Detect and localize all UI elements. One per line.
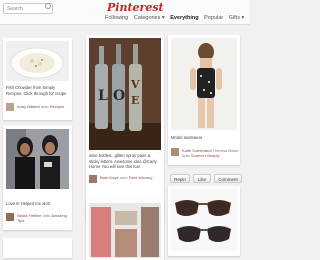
pin-onto: onto	[40, 104, 49, 109]
comment-button[interactable]: Comment	[214, 174, 242, 183]
pin-card[interactable]: L O V E wine bottles...glitter spray pai…	[86, 35, 164, 220]
sunglasses-image	[175, 200, 231, 242]
chowder-bowl-image	[10, 47, 64, 79]
pin-card[interactable]	[86, 200, 164, 260]
pin-image[interactable]: L O V E	[89, 38, 161, 150]
avatar[interactable]	[6, 103, 14, 111]
model-swimwear-image	[190, 43, 222, 128]
avatar[interactable]	[171, 148, 179, 156]
bottle-letter: E	[131, 94, 139, 107]
pin-credit: Barb Kaye onto Field Mousey	[100, 175, 162, 180]
pin-onto: onto	[42, 213, 51, 218]
pin-credit: Nadia Fiefline onto Amazing Tips	[17, 213, 72, 223]
pin-image[interactable]	[6, 129, 69, 189]
nav-following[interactable]: Following	[105, 15, 128, 21]
repin-button[interactable]: Repin	[170, 174, 190, 183]
avatar[interactable]	[6, 213, 14, 221]
like-button[interactable]: Like	[193, 174, 211, 183]
pin-description: Love it! Helped me alot!	[6, 201, 50, 206]
pin-credit: Katie Sutherland Theresa Bown onto Summe…	[182, 148, 240, 158]
wine-bottles-image: L O V E	[89, 38, 161, 150]
bottle-letter: O	[113, 88, 125, 104]
pin-description: Fish Chowder from Simply Recipes. Click …	[6, 85, 67, 96]
repin-label: Repin	[174, 177, 186, 182]
nav-everything[interactable]: Everything	[170, 15, 198, 21]
pin-card[interactable]	[3, 238, 72, 258]
nav-gifts[interactable]: Gifts ▾	[229, 15, 245, 21]
nav-popular[interactable]: Popular	[204, 15, 223, 21]
nav-categories[interactable]: Categories ▾	[134, 15, 165, 21]
top-bar: Search Pinterest Following Categories ▾ …	[0, 0, 250, 25]
avatar[interactable]	[89, 175, 97, 183]
comment-label: Comment	[218, 177, 238, 182]
bottle-letter: V	[130, 78, 140, 91]
pin-user[interactable]: Barb Kaye	[100, 175, 119, 180]
pin-board[interactable]: Summer Beauty	[191, 153, 220, 158]
pinterest-logo[interactable]: Pinterest	[107, 1, 164, 14]
pin-image[interactable]	[171, 38, 237, 130]
pin-card[interactable]	[168, 186, 240, 256]
pin-description: wine bottles...glitter spray paint & sti…	[89, 153, 157, 169]
like-label: Like	[197, 177, 207, 182]
pin-user[interactable]: Andy Bibbett	[17, 104, 40, 109]
pin-image[interactable]	[171, 189, 237, 251]
pin-board[interactable]: Field Mousey	[129, 175, 153, 180]
main-nav: Following Categories ▾ Everything Popula…	[105, 15, 248, 21]
pin-credit: Andy Bibbett onto Recipes	[17, 104, 72, 109]
pin-card[interactable]: Love it! Helped me alot! Nadia Fiefline …	[3, 126, 72, 230]
pin-image[interactable]	[6, 41, 69, 81]
bottle-letter: L	[98, 88, 108, 104]
pin-onto: onto	[119, 175, 128, 180]
pin-card[interactable]: Fish Chowder from Simply Recipes. Click …	[3, 38, 72, 120]
pin-description: Model swimwear	[171, 135, 203, 140]
search-icon[interactable]	[45, 3, 51, 9]
pin-board[interactable]: Recipes	[50, 104, 64, 109]
selfie-photo-image	[6, 129, 69, 189]
pin-card[interactable]: Model swimwear Katie Sutherland Theresa …	[168, 35, 240, 165]
